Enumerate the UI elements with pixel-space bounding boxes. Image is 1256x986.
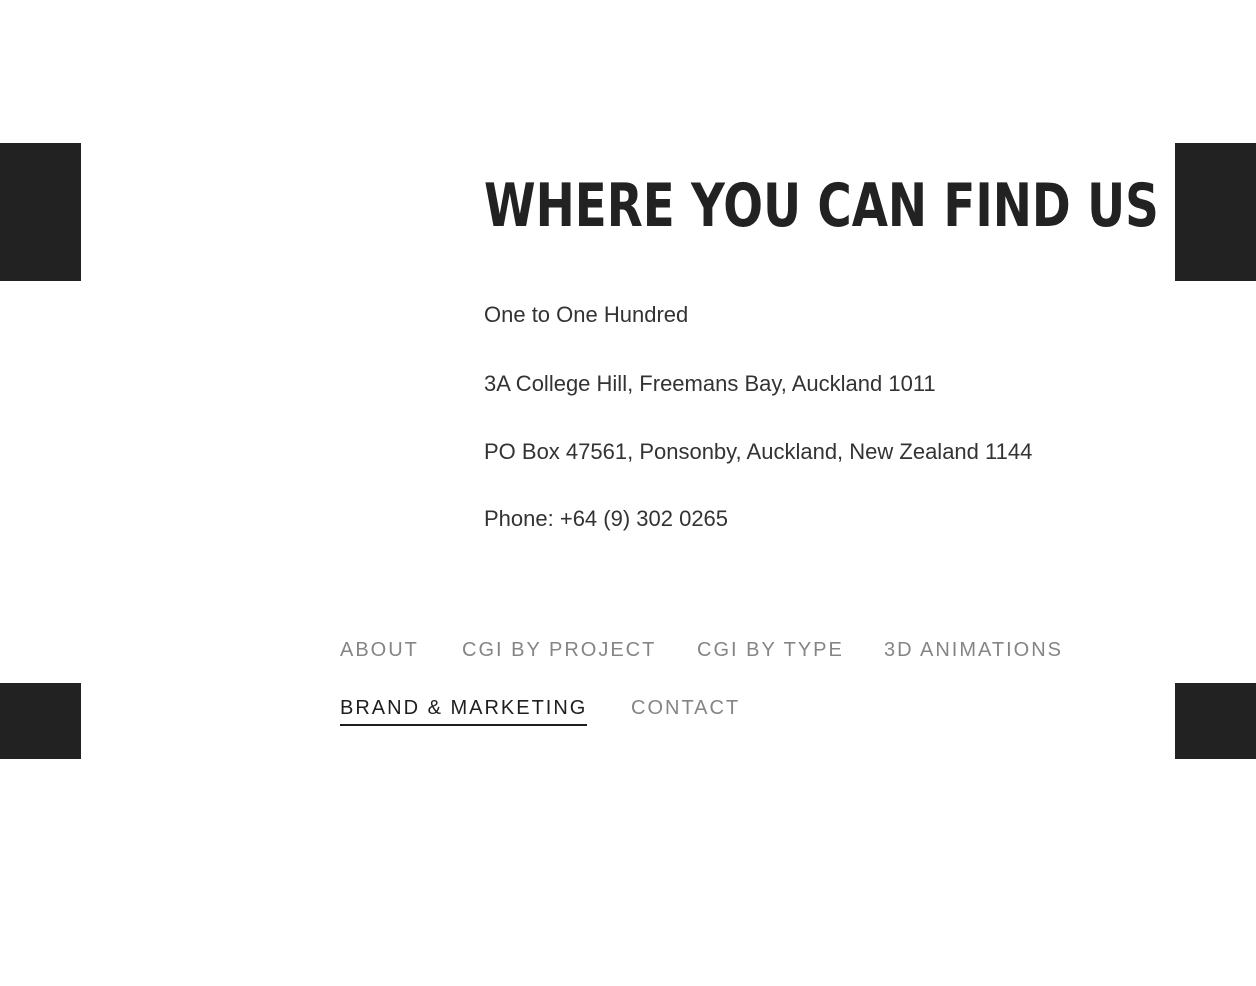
nav-link-contact[interactable]: CONTACT	[631, 695, 740, 721]
decorative-block-bottom-right	[1175, 683, 1256, 759]
page-title: WHERE YOU CAN FIND US	[484, 171, 1159, 241]
decorative-block-top-right	[1175, 143, 1256, 281]
decorative-block-top-left	[0, 143, 81, 281]
nav-link-brand-marketing[interactable]: BRAND & MARKETING	[340, 695, 588, 726]
nav-link-3d-animations[interactable]: 3D ANIMATIONS	[884, 637, 1063, 663]
postal-address: PO Box 47561, Ponsonby, Auckland, New Ze…	[484, 439, 1033, 464]
company-name: One to One Hundred	[484, 302, 689, 327]
nav-link-about[interactable]: ABOUT	[340, 637, 419, 663]
page: WHERE YOU CAN FIND US One to One Hundred…	[0, 0, 1256, 986]
phone-number: Phone: +64 (9) 302 0265	[484, 506, 729, 531]
nav-link-cgi-by-project[interactable]: CGI BY PROJECT	[462, 637, 656, 663]
nav-link-cgi-by-type[interactable]: CGI BY TYPE	[697, 637, 844, 663]
street-address: 3A College Hill, Freemans Bay, Auckland …	[484, 371, 936, 396]
decorative-block-bottom-left	[0, 683, 81, 759]
